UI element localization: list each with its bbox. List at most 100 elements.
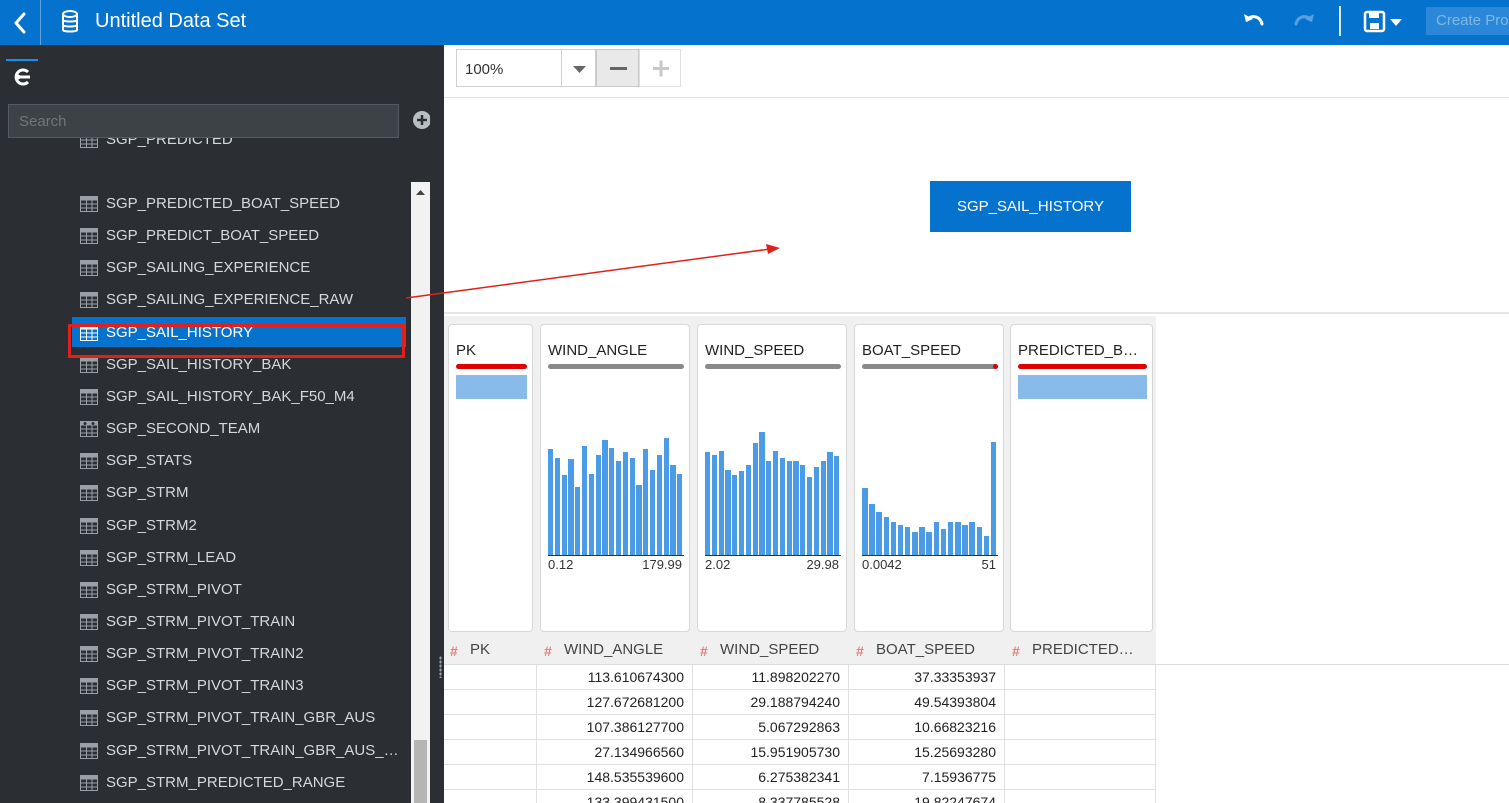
list-item[interactable]: SGP_PREDICTED bbox=[72, 138, 406, 154]
histogram-bar bbox=[904, 527, 911, 555]
zoom-out-button[interactable] bbox=[596, 49, 639, 87]
column-header[interactable]: # PK bbox=[450, 640, 535, 664]
list-item[interactable]: SGP_STRM_PIVOT_TRAIN bbox=[72, 606, 406, 636]
zoom-dropdown-toggle[interactable] bbox=[561, 50, 596, 86]
grid-cell[interactable]: 7.15936775 bbox=[849, 765, 1005, 790]
diagram-toolbar: 100% bbox=[444, 45, 1509, 98]
entity-node[interactable]: SGP_SAIL_HISTORY bbox=[930, 181, 1131, 232]
grid-cell[interactable]: 15.951905730 bbox=[693, 740, 849, 765]
list-item[interactable]: SGP_STRM_PIVOT_TRAIN2 bbox=[72, 638, 406, 668]
list-scrollbar[interactable] bbox=[411, 182, 430, 803]
zoom-in-button[interactable] bbox=[639, 49, 681, 87]
grid-cell[interactable]: 148.535539600 bbox=[537, 765, 693, 790]
list-item[interactable]: SGP_STRM_PIVOT_TRAIN_GBR_AUS_… bbox=[72, 735, 406, 765]
histogram-bar bbox=[602, 440, 608, 555]
list-item[interactable]: SGP_SAIL_HISTORY_BAK_F50_M4 bbox=[72, 381, 406, 411]
grid-cell[interactable]: 15.25693280 bbox=[849, 740, 1005, 765]
grid-cell[interactable] bbox=[1005, 790, 1156, 803]
grid-cell[interactable]: 49.54393804 bbox=[849, 690, 1005, 715]
grid-cell[interactable] bbox=[444, 765, 537, 790]
histogram-bar bbox=[976, 527, 983, 555]
column-header-label: PK bbox=[470, 641, 491, 658]
list-item[interactable]: SGP_PREDICTED_BOAT_SPEED bbox=[72, 188, 406, 218]
grid-cell[interactable]: 37.33353937 bbox=[849, 665, 1005, 690]
data-quality-bar bbox=[456, 364, 527, 369]
list-item[interactable]: SGP_STRM_PIVOT bbox=[72, 574, 406, 604]
list-item-label: SGP_STATS bbox=[106, 452, 193, 470]
list-item[interactable]: SGP_STRM_LEAD bbox=[72, 542, 406, 572]
grid-cell[interactable] bbox=[1005, 715, 1156, 740]
column-header-label: BOAT_SPEED bbox=[876, 641, 975, 658]
list-item[interactable]: SGP_SECOND_TEAM bbox=[72, 413, 406, 443]
column-profile-card[interactable]: PREDICTED_B… bbox=[1010, 324, 1153, 632]
grid-cell[interactable]: 19.82247674 bbox=[849, 790, 1005, 803]
histogram-bar bbox=[773, 450, 779, 555]
profile-card-title: WIND_SPEED bbox=[705, 342, 805, 359]
zoom-select[interactable]: 100% bbox=[456, 49, 596, 87]
add-source-button[interactable] bbox=[412, 110, 432, 130]
diagram-canvas[interactable]: SGP_SAIL_HISTORY bbox=[444, 98, 1509, 314]
list-item[interactable]: SGP_STRM_V bbox=[72, 799, 406, 803]
column-profile-card[interactable]: PK bbox=[448, 324, 533, 632]
grid-cell[interactable] bbox=[444, 665, 537, 690]
scroll-thumb[interactable] bbox=[414, 740, 427, 803]
grid-cell[interactable]: 27.134966560 bbox=[537, 740, 693, 765]
grid-cell[interactable]: 5.067292863 bbox=[693, 715, 849, 740]
save-button[interactable] bbox=[1362, 8, 1406, 36]
grid-cell[interactable]: 11.898202270 bbox=[693, 665, 849, 690]
grid-cell[interactable] bbox=[444, 790, 537, 803]
grid-cell[interactable] bbox=[1005, 765, 1156, 790]
zoom-value: 100% bbox=[465, 61, 504, 78]
list-item[interactable]: SGP_STATS bbox=[72, 445, 406, 475]
grid-cell[interactable]: 8.337785528 bbox=[693, 790, 849, 803]
grid-cell[interactable]: 133.399431500 bbox=[537, 790, 693, 803]
grid-cell[interactable] bbox=[1005, 740, 1156, 765]
list-item[interactable]: SGP_PREDICT_BOAT_SPEED bbox=[72, 220, 406, 250]
column-header[interactable]: # BOAT_SPEED bbox=[856, 640, 1006, 664]
column-header[interactable]: # PREDICTED… bbox=[1012, 640, 1155, 664]
dataset-title[interactable]: Untitled Data Set bbox=[95, 9, 246, 33]
list-item[interactable]: SGP_STRM bbox=[72, 477, 406, 507]
app-header: Untitled Data Set Create Pro bbox=[0, 0, 1509, 45]
panel-splitter[interactable] bbox=[430, 45, 444, 803]
table-icon bbox=[80, 388, 98, 405]
column-profile-card[interactable]: BOAT_SPEED 0.0042 51 bbox=[854, 324, 1004, 632]
grid-cell[interactable]: 127.672681200 bbox=[537, 690, 693, 715]
column-header-label: PREDICTED… bbox=[1032, 641, 1134, 658]
grid-cell[interactable]: 10.66823216 bbox=[849, 715, 1005, 740]
grid-cell[interactable] bbox=[444, 690, 537, 715]
redo-button[interactable] bbox=[1290, 8, 1318, 36]
grid-cell[interactable] bbox=[1005, 690, 1156, 715]
list-item[interactable]: SGP_STRM_PREDICTED_RANGE bbox=[72, 767, 406, 797]
column-profile-card[interactable]: WIND_SPEED 2.02 29.98 bbox=[697, 324, 847, 632]
connections-tab[interactable] bbox=[6, 59, 38, 93]
grid-cell[interactable]: 29.188794240 bbox=[693, 690, 849, 715]
search-input[interactable] bbox=[8, 104, 399, 138]
list-item[interactable]: SGP_STRM2 bbox=[72, 510, 406, 540]
grid-cell[interactable]: 6.275382341 bbox=[693, 765, 849, 790]
grid-cell[interactable]: 107.386127700 bbox=[537, 715, 693, 740]
grid-cell[interactable] bbox=[444, 715, 537, 740]
list-item[interactable]: SGP_STRM_PIVOT_TRAIN3 bbox=[72, 670, 406, 700]
grid-cell[interactable] bbox=[1005, 665, 1156, 690]
create-button[interactable]: Create Pro bbox=[1426, 7, 1509, 35]
histogram-bar bbox=[622, 452, 628, 555]
column-header[interactable]: # WIND_SPEED bbox=[700, 640, 850, 664]
table-icon bbox=[80, 260, 98, 277]
histogram-bar bbox=[711, 455, 717, 555]
list-item[interactable]: SGP_SAILING_EXPERIENCE_RAW bbox=[72, 284, 406, 314]
back-button[interactable] bbox=[0, 0, 40, 45]
column-header[interactable]: # WIND_ANGLE bbox=[544, 640, 694, 664]
scroll-up-button[interactable] bbox=[411, 182, 430, 202]
column-profile-card[interactable]: WIND_ANGLE 0.12 179.99 bbox=[540, 324, 690, 632]
list-item[interactable]: SGP_SAILING_EXPERIENCE bbox=[72, 252, 406, 282]
undo-button[interactable] bbox=[1240, 8, 1268, 36]
splitter-grip-icon[interactable] bbox=[439, 656, 442, 678]
list-item[interactable]: SGP_STRM_PIVOT_TRAIN_GBR_AUS bbox=[72, 702, 406, 732]
table-icon bbox=[80, 581, 98, 598]
grid-cell[interactable]: 113.610674300 bbox=[537, 665, 693, 690]
value-distribution-block bbox=[1018, 375, 1147, 399]
histogram-bar bbox=[969, 521, 975, 555]
grid-cell[interactable] bbox=[444, 740, 537, 765]
histogram-axis bbox=[862, 555, 998, 556]
